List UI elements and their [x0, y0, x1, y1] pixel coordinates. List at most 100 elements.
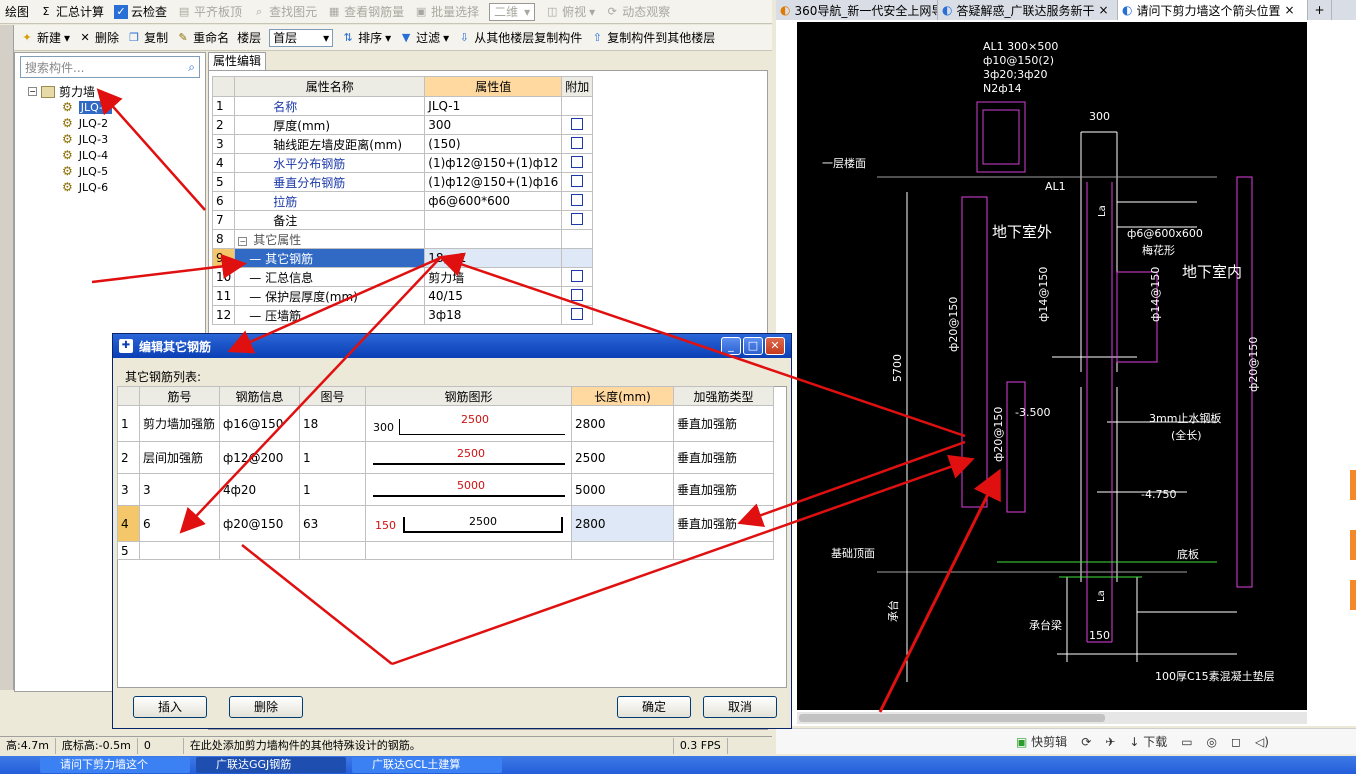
- collapse-icon[interactable]: −: [238, 236, 248, 246]
- prop-value[interactable]: (150): [424, 134, 563, 154]
- insert-button[interactable]: 插入: [133, 696, 207, 718]
- table-row[interactable]: 10— 汇总信息 剪力墙: [211, 267, 594, 287]
- side-widget[interactable]: [1350, 470, 1356, 500]
- table-row[interactable]: 8− 其它属性: [211, 229, 594, 249]
- taskbar-item[interactable]: 广联达GGJ钢筋: [196, 757, 346, 773]
- sum-calc-button[interactable]: Σ 汇总计算: [34, 1, 109, 23]
- table-row[interactable]: 2 厚度(mm) 300: [211, 115, 594, 135]
- copy-to-floor-button[interactable]: ⇧ 复制构件到其他楼层: [586, 29, 719, 46]
- quick-cut-button[interactable]: ▣ 快剪辑: [1016, 733, 1067, 750]
- table-row[interactable]: 3 3 4ф20 1 5000 5000 垂直加强筋: [117, 473, 774, 506]
- table-row[interactable]: 9— 其它钢筋 18,...1: [211, 248, 594, 268]
- table-row[interactable]: 6 拉筋 ф6@600*600: [211, 191, 594, 211]
- prop-value[interactable]: (1)ф12@150+(1)ф16: [424, 172, 563, 192]
- extra-checkbox[interactable]: [571, 269, 584, 282]
- tab-question[interactable]: ◐ 请问下剪力墙这个箭头位置 ×: [1118, 0, 1308, 20]
- table-row[interactable]: 7 备注: [211, 210, 594, 230]
- tree-item[interactable]: ⚙ JLQ-1: [62, 100, 113, 114]
- prop-value[interactable]: 40/15: [424, 286, 563, 306]
- prop-value[interactable]: ф6@600*600: [424, 191, 563, 211]
- prop-value[interactable]: 3ф18: [424, 305, 563, 325]
- extra-checkbox[interactable]: [571, 307, 584, 320]
- tab-qa[interactable]: ◐ 答疑解惑_广联达服务新干 ×: [938, 0, 1118, 20]
- table-row[interactable]: 5 垂直分布钢筋 (1)ф12@150+(1)ф16: [211, 172, 594, 192]
- extra-checkbox[interactable]: [571, 155, 584, 168]
- cancel-button[interactable]: 取消: [703, 696, 777, 718]
- sort-button[interactable]: ⇅ 排序 ▾: [337, 29, 395, 46]
- filter-button[interactable]: ▼ 过滤 ▾: [395, 29, 453, 46]
- table-row[interactable]: 11— 保护层厚度(mm) 40/15: [211, 286, 594, 306]
- screenshot-icon[interactable]: ▭: [1181, 735, 1192, 749]
- extra-checkbox[interactable]: [571, 288, 584, 301]
- close-icon[interactable]: ×: [1285, 3, 1295, 17]
- search-input[interactable]: 搜索构件... ⌕: [20, 56, 200, 78]
- rename-button[interactable]: ✎ 重命名: [172, 29, 233, 46]
- find-element-button[interactable]: ⌕ 查找图元: [247, 1, 322, 23]
- delete-row-button[interactable]: 删除: [229, 696, 303, 718]
- side-widget[interactable]: [1350, 530, 1356, 560]
- side-widget[interactable]: [1350, 580, 1356, 610]
- tree-item[interactable]: ⚙ JLQ-4: [62, 148, 108, 162]
- extra-checkbox[interactable]: [571, 212, 584, 225]
- extra-checkbox[interactable]: [571, 136, 584, 149]
- table-row[interactable]: 12— 压墙筋 3ф18: [211, 305, 594, 325]
- prop-value[interactable]: 300: [424, 115, 563, 135]
- extra-checkbox[interactable]: [571, 117, 584, 130]
- maximize-button[interactable]: □: [743, 337, 763, 355]
- extra-checkbox[interactable]: [571, 193, 584, 206]
- refresh-icon[interactable]: ⟳: [1081, 735, 1091, 749]
- draw-button[interactable]: 绘图: [0, 1, 34, 23]
- sound-icon[interactable]: ◁): [1255, 735, 1269, 749]
- length-cell-selected[interactable]: 2800: [571, 505, 674, 542]
- tab-property-edit[interactable]: 属性编辑: [208, 52, 266, 70]
- close-button[interactable]: ✕: [765, 337, 785, 355]
- orbit-icon: ⟳: [607, 4, 617, 18]
- horizontal-scrollbar[interactable]: [797, 712, 1307, 724]
- sync-icon[interactable]: ◎: [1207, 735, 1217, 749]
- table-row[interactable]: 3 轴线距左墙皮距离(mm) (150): [211, 134, 594, 154]
- taskbar-item[interactable]: 请问下剪力墙这个: [40, 757, 190, 773]
- floor-select[interactable]: 首层 ▾: [269, 28, 334, 47]
- align-slab-button[interactable]: ▤ 平齐板顶: [172, 1, 247, 23]
- table-row[interactable]: 4 水平分布钢筋 (1)ф12@150+(1)ф12: [211, 153, 594, 173]
- extra-checkbox[interactable]: [571, 174, 584, 187]
- table-row[interactable]: 5: [117, 541, 774, 560]
- tree-item[interactable]: ⚙ JLQ-5: [62, 164, 108, 178]
- dynamic-view-button[interactable]: ⟳ 动态观察: [600, 1, 675, 23]
- search-icon[interactable]: ⌕: [188, 60, 195, 75]
- prop-value[interactable]: 18,...1: [424, 248, 563, 268]
- batch-select-button[interactable]: ▣ 批量选择: [409, 1, 484, 23]
- new-tab-button[interactable]: +: [1308, 0, 1332, 20]
- view-mode-select[interactable]: 二维 ▾: [489, 2, 536, 21]
- cloud-check-button[interactable]: ✓ 云检查: [109, 1, 172, 23]
- copy-button[interactable]: ❐ 复制: [123, 29, 172, 46]
- view-rebar-button[interactable]: ▦ 查看钢筋量: [322, 1, 409, 23]
- close-icon[interactable]: ×: [1099, 3, 1109, 17]
- collapse-icon[interactable]: −: [28, 87, 37, 96]
- scrollbar-thumb[interactable]: [799, 714, 1105, 722]
- copy-from-floor-button[interactable]: ⇩ 从其他楼层复制构件: [453, 29, 586, 46]
- tree-item[interactable]: ⚙ JLQ-3: [62, 132, 108, 146]
- prop-value[interactable]: [424, 210, 563, 230]
- pin-icon[interactable]: ✈: [1105, 735, 1115, 749]
- table-row[interactable]: 2 层间加强筋 ф12@200 1 2500 2500 垂直加强筋: [117, 441, 774, 474]
- tree-item[interactable]: ⚙ JLQ-2: [62, 116, 108, 130]
- download-button[interactable]: ↓ 下载: [1129, 733, 1167, 750]
- new-button[interactable]: ✦ 新建 ▾: [16, 29, 74, 46]
- taskbar-item[interactable]: 广联达GCL土建算: [352, 757, 502, 773]
- table-row[interactable]: 1 名称 JLQ-1: [211, 96, 594, 116]
- window-icon[interactable]: ◻: [1231, 735, 1241, 749]
- minimize-button[interactable]: _: [721, 337, 741, 355]
- tree-item[interactable]: ⚙ JLQ-6: [62, 180, 108, 194]
- prop-value[interactable]: JLQ-1: [424, 96, 563, 116]
- table-row[interactable]: 1 剪力墙加强筋 ф16@150 18 300 2500 2800 垂直加强筋: [117, 405, 774, 442]
- table-row[interactable]: 4 6 ф20@150 63 150 2500 2800 垂直加强筋: [117, 505, 774, 542]
- delete-button[interactable]: ✕ 删除: [74, 29, 123, 46]
- tab-360-nav[interactable]: ◐360导航_新一代安全上网导×: [776, 0, 938, 20]
- prop-value[interactable]: (1)ф12@150+(1)ф12: [424, 153, 563, 173]
- prop-value[interactable]: 剪力墙: [424, 267, 563, 287]
- top-view-button[interactable]: ◫ 俯视 ▾: [540, 1, 600, 23]
- dialog-title-bar[interactable]: ✚ 编辑其它钢筋: [113, 334, 791, 358]
- ok-button[interactable]: 确定: [617, 696, 691, 718]
- tree-root-shear-wall[interactable]: − 剪力墙: [28, 83, 95, 100]
